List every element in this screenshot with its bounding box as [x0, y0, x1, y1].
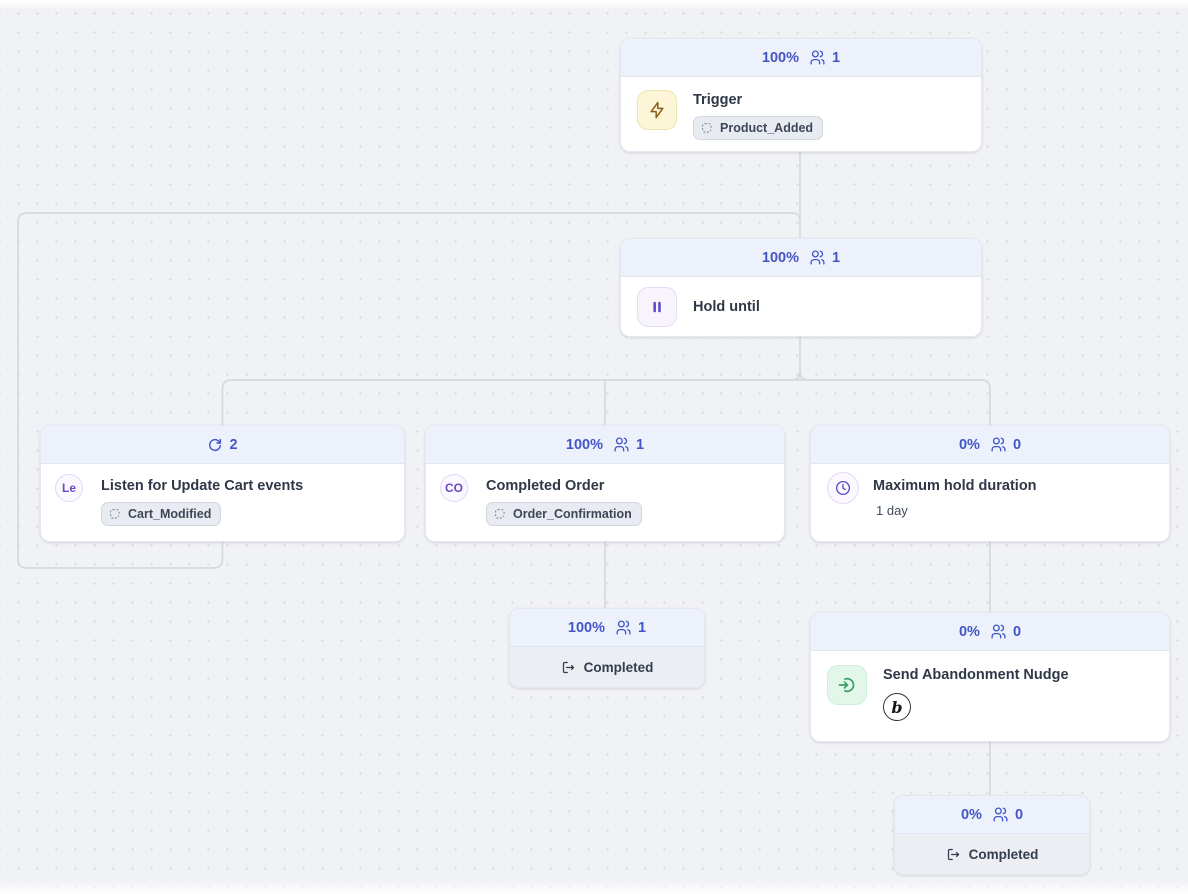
- event-selector-icon: [494, 508, 507, 521]
- users-icon: [809, 249, 826, 266]
- pause-icon: [637, 287, 677, 327]
- users-icon: [809, 49, 826, 66]
- percent-stat: 0%: [959, 437, 980, 453]
- node-title: Listen for Update Cart events: [101, 476, 303, 496]
- completed-order-stats-header: 100% 1: [426, 426, 784, 464]
- user-count-stat: 0: [1013, 437, 1021, 453]
- arrow-into-circle-icon: [827, 665, 867, 705]
- event-badge-label: Product_Added: [720, 121, 813, 135]
- node-send-abandonment-nudge[interactable]: 0% 0 Send Abandonment Nudge b: [810, 612, 1170, 742]
- lightning-bolt-icon: [637, 90, 677, 130]
- node-max-hold-duration[interactable]: 0% 0 Maximum hold duration 1 day: [810, 425, 1170, 542]
- percent-stat: 100%: [568, 620, 605, 636]
- event-badge-label: Cart_Modified: [128, 507, 211, 521]
- clock-icon: [827, 472, 859, 504]
- exit-label: Completed: [969, 847, 1039, 862]
- node-title: Hold until: [693, 297, 760, 317]
- exit-label-row: Completed: [510, 647, 704, 687]
- percent-stat: 0%: [961, 807, 982, 823]
- duration-value: 1 day: [876, 502, 1037, 520]
- logout-exit-icon: [946, 847, 961, 862]
- braze-glyph: b: [891, 698, 902, 717]
- node-initials-avatar: CO: [440, 474, 468, 502]
- users-icon: [615, 619, 632, 636]
- node-title: Maximum hold duration: [873, 476, 1037, 496]
- exit-stats-header: 0% 0: [895, 796, 1089, 834]
- node-initials-avatar: Le: [55, 474, 83, 502]
- node-trigger[interactable]: 100% 1 Trigger Product_Added: [620, 38, 982, 152]
- node-title: Send Abandonment Nudge: [883, 665, 1069, 685]
- hold-stats-header: 100% 1: [621, 239, 981, 277]
- event-badge[interactable]: Cart_Modified: [101, 502, 221, 526]
- event-badge[interactable]: Order_Confirmation: [486, 502, 642, 526]
- node-title: Trigger: [693, 90, 823, 110]
- user-count-stat: 1: [638, 620, 646, 636]
- users-icon: [990, 623, 1007, 640]
- user-count-stat: 1: [832, 250, 840, 266]
- event-selector-icon: [109, 508, 122, 521]
- users-icon: [613, 436, 630, 453]
- node-listen-update-cart[interactable]: 2 Le Listen for Update Cart events Cart_…: [40, 425, 405, 542]
- percent-stat: 100%: [762, 250, 799, 266]
- loop-count-stat: 2: [229, 437, 237, 453]
- reload-loop-icon: [207, 437, 223, 453]
- node-exit-completed-bottom[interactable]: 0% 0 Completed: [894, 795, 1090, 875]
- user-count-stat: 0: [1013, 624, 1021, 640]
- logout-exit-icon: [561, 660, 576, 675]
- user-count-stat: 1: [636, 437, 644, 453]
- max-hold-stats-header: 0% 0: [811, 426, 1169, 464]
- users-icon: [992, 806, 1009, 823]
- event-badge-label: Order_Confirmation: [513, 507, 632, 521]
- exit-stats-header: 100% 1: [510, 609, 704, 647]
- node-exit-completed-center[interactable]: 100% 1 Completed: [509, 608, 705, 688]
- exit-label-row: Completed: [895, 834, 1089, 874]
- user-count-stat: 1: [832, 50, 840, 66]
- node-hold-until[interactable]: 100% 1 Hold until: [620, 238, 982, 337]
- event-badge[interactable]: Product_Added: [693, 116, 823, 140]
- trigger-stats-header: 100% 1: [621, 39, 981, 77]
- braze-b-icon: b: [883, 693, 911, 721]
- node-title: Completed Order: [486, 476, 642, 496]
- users-icon: [990, 436, 1007, 453]
- percent-stat: 100%: [566, 437, 603, 453]
- exit-label: Completed: [584, 660, 654, 675]
- percent-stat: 100%: [762, 50, 799, 66]
- journey-canvas[interactable]: 100% 1 Trigger Product_Added: [0, 0, 1188, 894]
- user-count-stat: 0: [1015, 807, 1023, 823]
- event-selector-icon: [701, 122, 714, 135]
- nudge-stats-header: 0% 0: [811, 613, 1169, 651]
- percent-stat: 0%: [959, 624, 980, 640]
- listen-stats-header: 2: [41, 426, 404, 464]
- node-completed-order[interactable]: 100% 1 CO Completed Order Order_Confirma…: [425, 425, 785, 542]
